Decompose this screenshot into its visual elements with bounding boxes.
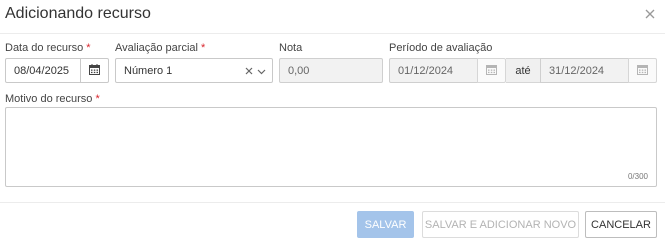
grade-value: 0,00 xyxy=(288,64,310,77)
required-mark: * xyxy=(200,42,206,54)
save-button[interactable]: SALVAR xyxy=(357,211,414,238)
partial-eval-selected: Número 1 xyxy=(124,64,173,77)
required-mark: * xyxy=(95,93,100,105)
date-calendar-button[interactable] xyxy=(80,58,109,83)
date-input-value: 08/04/2025 xyxy=(14,64,70,77)
add-appeal-dialog: Adicionando recurso Data do recurso * 08/… xyxy=(0,0,665,241)
select-controls xyxy=(245,64,266,78)
period-separator: até xyxy=(506,58,540,83)
clear-icon[interactable] xyxy=(245,62,253,80)
dialog-title: Adicionando recurso xyxy=(5,5,151,22)
calendar-icon xyxy=(89,62,100,80)
required-mark: * xyxy=(86,42,91,54)
reason-label-text: Motivo do recurso xyxy=(5,93,93,105)
period-label: Período de avaliação xyxy=(389,42,493,54)
date-label: Data do recurso * xyxy=(5,42,91,54)
character-counter: 0/300 xyxy=(627,172,648,181)
grade-input: 0,00 xyxy=(279,58,383,83)
calendar-icon xyxy=(637,62,648,80)
period-end-input: 31/12/2024 xyxy=(540,58,629,83)
period-start-calendar-button xyxy=(477,58,506,83)
header-divider xyxy=(0,33,665,34)
period-end-value: 31/12/2024 xyxy=(549,64,605,77)
period-start-value: 01/12/2024 xyxy=(398,64,454,77)
cancel-button[interactable]: CANCELAR xyxy=(585,211,657,238)
save-and-add-new-button[interactable]: SALVAR E ADICIONAR NOVO xyxy=(422,211,579,238)
calendar-icon xyxy=(486,62,497,80)
chevron-down-icon[interactable] xyxy=(257,62,266,80)
date-input[interactable]: 08/04/2025 xyxy=(5,58,81,83)
footer-divider xyxy=(0,202,665,203)
period-end-calendar-button xyxy=(628,58,657,83)
partial-eval-label-text: Avaliação parcial xyxy=(115,42,198,54)
close-icon[interactable] xyxy=(642,6,658,22)
reason-label: Motivo do recurso * xyxy=(5,93,100,105)
partial-eval-label: Avaliação parcial * xyxy=(115,42,205,54)
grade-label: Nota xyxy=(279,42,303,54)
reason-textarea[interactable]: 0/300 xyxy=(5,107,657,187)
date-label-text: Data do recurso xyxy=(5,42,84,54)
period-start-input: 01/12/2024 xyxy=(389,58,478,83)
